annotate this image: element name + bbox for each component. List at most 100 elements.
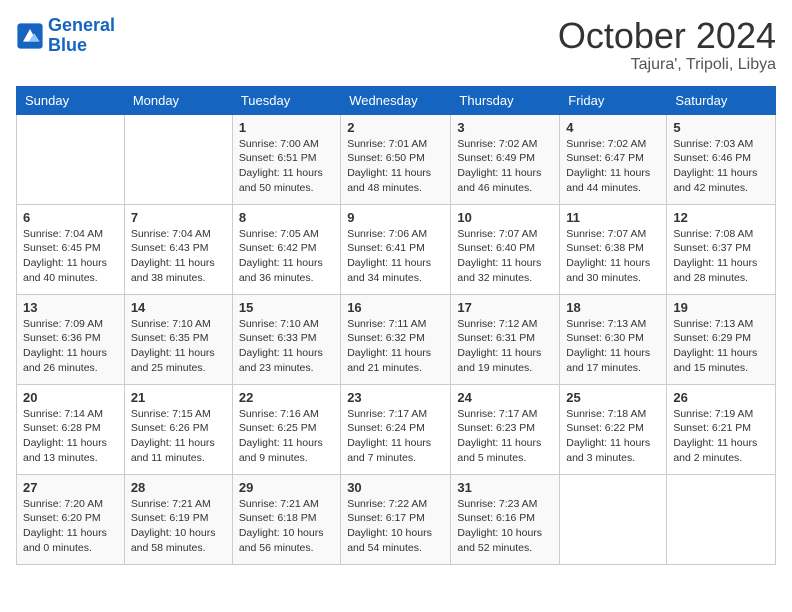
calendar-cell: 18Sunrise: 7:13 AM Sunset: 6:30 PM Dayli… xyxy=(560,294,667,384)
day-info: Sunrise: 7:07 AM Sunset: 6:38 PM Dayligh… xyxy=(566,227,660,286)
calendar-cell: 2Sunrise: 7:01 AM Sunset: 6:50 PM Daylig… xyxy=(341,114,451,204)
day-number: 14 xyxy=(131,300,226,315)
weekday-header-thursday: Thursday xyxy=(451,86,560,114)
day-info: Sunrise: 7:23 AM Sunset: 6:16 PM Dayligh… xyxy=(457,497,553,556)
day-info: Sunrise: 7:17 AM Sunset: 6:23 PM Dayligh… xyxy=(457,407,553,466)
day-info: Sunrise: 7:05 AM Sunset: 6:42 PM Dayligh… xyxy=(239,227,334,286)
logo-line1: General xyxy=(48,15,115,35)
weekday-header-row: SundayMondayTuesdayWednesdayThursdayFrid… xyxy=(17,86,776,114)
day-info: Sunrise: 7:06 AM Sunset: 6:41 PM Dayligh… xyxy=(347,227,444,286)
day-info: Sunrise: 7:00 AM Sunset: 6:51 PM Dayligh… xyxy=(239,137,334,196)
logo-line2: Blue xyxy=(48,35,87,55)
day-info: Sunrise: 7:07 AM Sunset: 6:40 PM Dayligh… xyxy=(457,227,553,286)
day-info: Sunrise: 7:04 AM Sunset: 6:45 PM Dayligh… xyxy=(23,227,118,286)
day-info: Sunrise: 7:18 AM Sunset: 6:22 PM Dayligh… xyxy=(566,407,660,466)
calendar-cell: 3Sunrise: 7:02 AM Sunset: 6:49 PM Daylig… xyxy=(451,114,560,204)
day-info: Sunrise: 7:21 AM Sunset: 6:18 PM Dayligh… xyxy=(239,497,334,556)
calendar-cell xyxy=(124,114,232,204)
weekday-header-tuesday: Tuesday xyxy=(232,86,340,114)
day-info: Sunrise: 7:09 AM Sunset: 6:36 PM Dayligh… xyxy=(23,317,118,376)
day-number: 23 xyxy=(347,390,444,405)
calendar-cell: 30 Sunrise: 7:22 AM Sunset: 6:17 PM Dayli… xyxy=(341,474,451,564)
calendar-cell xyxy=(17,114,125,204)
day-number: 8 xyxy=(239,210,334,225)
day-info: Sunrise: 7:16 AM Sunset: 6:25 PM Dayligh… xyxy=(239,407,334,466)
calendar-week-4: 20 Sunrise: 7:14 AM Sunset: 6:28 PM Dayli… xyxy=(17,384,776,474)
day-number: 13 xyxy=(23,300,118,315)
calendar-cell: 4 Sunrise: 7:02 AM Sunset: 6:47 PM Daylig… xyxy=(560,114,667,204)
day-number: 6 xyxy=(23,210,118,225)
calendar-cell: 20 Sunrise: 7:14 AM Sunset: 6:28 PM Dayli… xyxy=(17,384,125,474)
calendar-week-2: 6 Sunrise: 7:04 AM Sunset: 6:45 PM Daylig… xyxy=(17,204,776,294)
day-info: Sunrise: 7:11 AM Sunset: 6:32 PM Dayligh… xyxy=(347,317,444,376)
day-number: 9 xyxy=(347,210,444,225)
title-block: October 2024 Tajura', Tripoli, Libya xyxy=(558,16,776,74)
day-info: Sunrise: 7:02 AM Sunset: 6:49 PM Dayligh… xyxy=(457,137,553,196)
day-number: 18 xyxy=(566,300,660,315)
calendar-cell xyxy=(667,474,776,564)
page-header: General Blue October 2024 Tajura', Tripo… xyxy=(16,16,776,74)
calendar-cell: 14 Sunrise: 7:10 AM Sunset: 6:35 PM Dayli… xyxy=(124,294,232,384)
calendar-cell: 22Sunrise: 7:16 AM Sunset: 6:25 PM Dayli… xyxy=(232,384,340,474)
weekday-header-monday: Monday xyxy=(124,86,232,114)
weekday-header-saturday: Saturday xyxy=(667,86,776,114)
day-info: Sunrise: 7:03 AM Sunset: 6:46 PM Dayligh… xyxy=(673,137,769,196)
day-number: 16 xyxy=(347,300,444,315)
day-info: Sunrise: 7:14 AM Sunset: 6:28 PM Dayligh… xyxy=(23,407,118,466)
day-info: Sunrise: 7:21 AM Sunset: 6:19 PM Dayligh… xyxy=(131,497,226,556)
calendar-body: 1 Sunrise: 7:00 AM Sunset: 6:51 PM Daylig… xyxy=(17,114,776,564)
day-number: 31 xyxy=(457,480,553,495)
day-info: Sunrise: 7:10 AM Sunset: 6:35 PM Dayligh… xyxy=(131,317,226,376)
calendar-cell: 12 Sunrise: 7:08 AM Sunset: 6:37 PM Dayli… xyxy=(667,204,776,294)
calendar-cell: 8 Sunrise: 7:05 AM Sunset: 6:42 PM Daylig… xyxy=(232,204,340,294)
day-info: Sunrise: 7:04 AM Sunset: 6:43 PM Dayligh… xyxy=(131,227,226,286)
day-number: 21 xyxy=(131,390,226,405)
calendar-cell: 23Sunrise: 7:17 AM Sunset: 6:24 PM Dayli… xyxy=(341,384,451,474)
calendar-cell: 28 Sunrise: 7:21 AM Sunset: 6:19 PM Dayli… xyxy=(124,474,232,564)
logo-text: General Blue xyxy=(48,16,115,56)
calendar-cell: 31 Sunrise: 7:23 AM Sunset: 6:16 PM Dayli… xyxy=(451,474,560,564)
day-number: 20 xyxy=(23,390,118,405)
logo: General Blue xyxy=(16,16,115,56)
calendar-cell: 10 Sunrise: 7:07 AM Sunset: 6:40 PM Dayli… xyxy=(451,204,560,294)
calendar-cell: 27 Sunrise: 7:20 AM Sunset: 6:20 PM Dayli… xyxy=(17,474,125,564)
location: Tajura', Tripoli, Libya xyxy=(558,56,776,74)
logo-icon xyxy=(16,22,44,50)
calendar-cell: 26Sunrise: 7:19 AM Sunset: 6:21 PM Dayli… xyxy=(667,384,776,474)
day-info: Sunrise: 7:20 AM Sunset: 6:20 PM Dayligh… xyxy=(23,497,118,556)
day-number: 24 xyxy=(457,390,553,405)
day-number: 4 xyxy=(566,120,660,135)
day-info: Sunrise: 7:19 AM Sunset: 6:21 PM Dayligh… xyxy=(673,407,769,466)
weekday-header-friday: Friday xyxy=(560,86,667,114)
day-info: Sunrise: 7:01 AM Sunset: 6:50 PM Dayligh… xyxy=(347,137,444,196)
day-number: 28 xyxy=(131,480,226,495)
day-number: 1 xyxy=(239,120,334,135)
day-number: 25 xyxy=(566,390,660,405)
day-info: Sunrise: 7:13 AM Sunset: 6:29 PM Dayligh… xyxy=(673,317,769,376)
day-number: 29 xyxy=(239,480,334,495)
day-number: 27 xyxy=(23,480,118,495)
day-info: Sunrise: 7:10 AM Sunset: 6:33 PM Dayligh… xyxy=(239,317,334,376)
day-info: Sunrise: 7:08 AM Sunset: 6:37 PM Dayligh… xyxy=(673,227,769,286)
day-number: 12 xyxy=(673,210,769,225)
day-info: Sunrise: 7:22 AM Sunset: 6:17 PM Dayligh… xyxy=(347,497,444,556)
day-number: 5 xyxy=(673,120,769,135)
day-number: 11 xyxy=(566,210,660,225)
month-title: October 2024 xyxy=(558,16,776,56)
calendar-cell: 6 Sunrise: 7:04 AM Sunset: 6:45 PM Daylig… xyxy=(17,204,125,294)
day-number: 30 xyxy=(347,480,444,495)
calendar-cell: 1 Sunrise: 7:00 AM Sunset: 6:51 PM Daylig… xyxy=(232,114,340,204)
day-number: 19 xyxy=(673,300,769,315)
calendar-week-5: 27 Sunrise: 7:20 AM Sunset: 6:20 PM Dayli… xyxy=(17,474,776,564)
calendar-week-3: 13 Sunrise: 7:09 AM Sunset: 6:36 PM Dayli… xyxy=(17,294,776,384)
calendar-cell: 17Sunrise: 7:12 AM Sunset: 6:31 PM Dayli… xyxy=(451,294,560,384)
calendar-cell: 25 Sunrise: 7:18 AM Sunset: 6:22 PM Dayli… xyxy=(560,384,667,474)
weekday-header-wednesday: Wednesday xyxy=(341,86,451,114)
day-number: 10 xyxy=(457,210,553,225)
calendar-cell: 29 Sunrise: 7:21 AM Sunset: 6:18 PM Dayli… xyxy=(232,474,340,564)
day-info: Sunrise: 7:02 AM Sunset: 6:47 PM Dayligh… xyxy=(566,137,660,196)
calendar-cell: 16 Sunrise: 7:11 AM Sunset: 6:32 PM Dayli… xyxy=(341,294,451,384)
day-number: 15 xyxy=(239,300,334,315)
weekday-header-sunday: Sunday xyxy=(17,86,125,114)
calendar-cell: 24 Sunrise: 7:17 AM Sunset: 6:23 PM Dayli… xyxy=(451,384,560,474)
